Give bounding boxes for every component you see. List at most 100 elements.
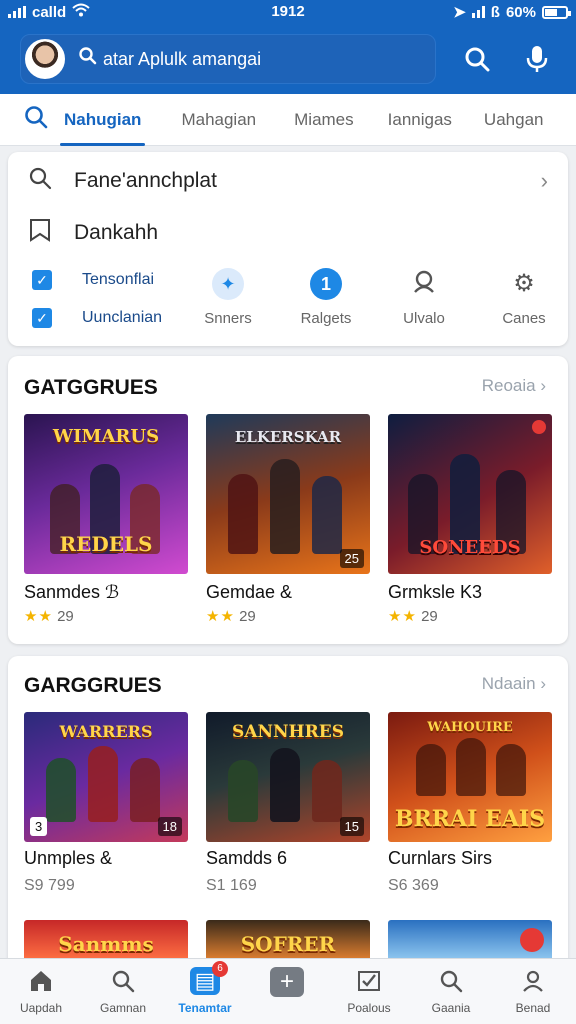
game-price: S9 799 xyxy=(24,877,75,894)
search-text[interactable]: atar Aplulk amangai xyxy=(103,49,261,70)
badge-icon: 1 xyxy=(310,268,342,300)
quick-action-snners[interactable]: ✦ Snners xyxy=(178,268,278,327)
nav-label: Benad xyxy=(515,1001,551,1015)
game-art: SANNHRES 15 xyxy=(206,712,370,842)
game-art: WARRERS 3 18 xyxy=(24,712,188,842)
nav-search[interactable]: Gamnan xyxy=(82,967,164,1015)
rating-value: 29 xyxy=(57,608,74,625)
nav-label: Uapdah xyxy=(19,1001,63,1015)
nav-search-2[interactable]: Gaania xyxy=(410,967,492,1015)
game-tile[interactable]: ELKERSKAR 25 Gemdae & ★★ 29 xyxy=(206,414,370,625)
tab-search-icon[interactable] xyxy=(24,105,48,134)
quick-row-bookmark[interactable]: Dankahh xyxy=(28,218,548,248)
avatar[interactable] xyxy=(25,39,65,79)
battery-icon xyxy=(542,5,571,19)
game-tile[interactable]: SANNHRES 15 Samdds 6 S1 169 xyxy=(206,712,370,895)
game-price: S6 369 xyxy=(388,877,439,894)
tab-nahugian[interactable]: Nahugian xyxy=(59,94,146,146)
profile-icon xyxy=(492,967,574,995)
game-tile-peek[interactable] xyxy=(388,920,552,960)
art-badge-left: 3 xyxy=(30,817,48,836)
rating-value: 29 xyxy=(239,608,256,625)
gear-icon: ⚙ xyxy=(513,270,535,297)
art-title: SOFRER xyxy=(240,932,336,956)
nav-home[interactable]: Uapdah xyxy=(0,967,82,1015)
art-subtitle: SONEEDS xyxy=(419,537,521,558)
star-icon: ★★ xyxy=(24,608,53,625)
tab-miames[interactable]: Miames xyxy=(294,94,354,146)
nav-add[interactable]: + xyxy=(246,967,328,997)
bookmark-icon xyxy=(28,218,54,248)
quick-action-label: Ulvalo xyxy=(403,310,445,327)
checkbox-1[interactable]: ✓ xyxy=(32,270,52,290)
game-tile[interactable]: SONEEDS Grmksle K3 ★★ 29 xyxy=(388,414,552,625)
search-icon xyxy=(28,166,54,196)
nav-label: Gaania xyxy=(431,1001,471,1015)
mic-button[interactable] xyxy=(520,42,554,76)
tab-mahagian[interactable]: Mahagian xyxy=(181,94,256,146)
section-2-see-all[interactable]: Ndaain › xyxy=(482,674,546,694)
store-icon: ▤ 6 xyxy=(190,961,228,995)
checklist-icon xyxy=(328,967,410,995)
game-name: Unmples & xyxy=(24,848,113,868)
quick-action-ralgets[interactable]: 1 Ralgets xyxy=(276,268,376,327)
art-title: ELKERSKAR xyxy=(234,428,342,446)
star-icon: ★★ xyxy=(388,608,417,625)
game-tile-peek[interactable]: Sanmms xyxy=(24,920,188,960)
nav-store[interactable]: ▤ 6 Tenamtar xyxy=(164,961,246,1015)
section-1-see-all[interactable]: Reoaia › xyxy=(482,376,546,396)
game-tile-peek[interactable]: SOFRER xyxy=(206,920,370,960)
checkbox-1-label: Tensonflai xyxy=(82,271,155,288)
game-art: ELKERSKAR 25 xyxy=(206,414,370,574)
notification-dot xyxy=(520,928,544,952)
search-icon xyxy=(82,967,164,995)
game-name: Samdds 6 xyxy=(206,848,288,868)
quick-action-label: Ralgets xyxy=(300,310,352,327)
game-rating: ★★ 29 xyxy=(388,607,552,625)
game-tile[interactable]: WARRERS 3 18 Unmples & S9 799 xyxy=(24,712,188,895)
quick-action-canes[interactable]: ⚙ Canes xyxy=(474,268,574,327)
art-subtitle: BRRAI EAIS xyxy=(394,806,546,832)
home-icon xyxy=(0,967,82,995)
game-art: WAHOUIRE BRRAI EAIS xyxy=(388,712,552,842)
battery-percent: 60% xyxy=(505,3,536,21)
search-button[interactable] xyxy=(460,42,494,76)
star-icon: ★★ xyxy=(206,608,235,625)
game-art: SONEEDS xyxy=(388,414,552,574)
quick-card: Fane'annchplat › Dankahh ✓ Tensonflai ✓ … xyxy=(8,152,568,346)
plus-icon: + xyxy=(270,967,304,997)
game-tile[interactable]: WAHOUIRE BRRAI EAIS Curnlars Sirs S6 369 xyxy=(388,712,552,895)
art-badge: 18 xyxy=(157,817,182,836)
checkbox-2-label: Uunclanian xyxy=(82,309,163,326)
nav-profile[interactable]: Benad xyxy=(492,967,574,1015)
nav-badge: 6 xyxy=(212,961,228,977)
tab-uahgan[interactable]: Uahgan xyxy=(484,94,544,146)
notification-dot xyxy=(532,420,546,434)
game-tile[interactable]: WIMARUS REDELS Sanmdes ℬ ★★ 29 xyxy=(24,414,188,625)
nav-checklist[interactable]: Poalous xyxy=(328,967,410,1015)
tab-iannigas[interactable]: Iannigas xyxy=(388,94,452,146)
checkbox-2[interactable]: ✓ xyxy=(32,308,52,328)
art-subtitle: REDELS xyxy=(59,532,153,556)
bottom-nav: Uapdah Gamnan ▤ 6 Tenamtar + Poalous Gaan… xyxy=(0,958,576,1024)
search-bar[interactable]: atar Aplulk amangai xyxy=(20,34,436,84)
quick-row-search-label: Fane'annchplat xyxy=(74,169,217,192)
quick-action-ulvalo[interactable]: Ulvalo xyxy=(374,268,474,327)
art-title: Sanmms xyxy=(58,932,154,956)
quick-row-search[interactable]: Fane'annchplat › xyxy=(28,166,548,196)
app-bar: atar Aplulk amangai xyxy=(0,24,576,94)
tab-bar: Nahugian Mahagian Miames Iannigas Uahgan xyxy=(0,94,576,146)
rating-value: 29 xyxy=(421,608,438,625)
game-name: Sanmdes ℬ xyxy=(24,582,120,602)
game-name: Grmksle K3 xyxy=(388,582,483,602)
nav-label: Tenamtar xyxy=(178,1001,232,1015)
art-title: SANNHRES xyxy=(232,722,344,742)
section-1-card: GATGGRUES Reoaia › WIMARUS REDELS Sanmde… xyxy=(8,356,568,644)
search-icon xyxy=(79,47,97,71)
bluetooth-icon: ß xyxy=(490,3,500,21)
art-title: WAHOUIRE xyxy=(427,720,513,735)
game-art: WIMARUS REDELS xyxy=(24,414,188,574)
game-price: S1 169 xyxy=(206,877,257,894)
quick-action-label: Canes xyxy=(502,310,546,327)
game-rating: ★★ 29 xyxy=(24,607,188,625)
